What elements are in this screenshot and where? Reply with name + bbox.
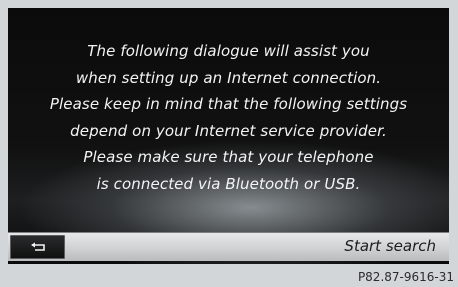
reference-code: P82.87-9616-31 [357, 270, 454, 284]
display-screen: The following dialogue will assist you w… [8, 8, 449, 264]
message-line: Please keep in mind that the following s… [49, 95, 408, 113]
message-line: The following dialogue will assist you [87, 42, 370, 60]
device-frame: The following dialogue will assist you w… [0, 0, 458, 287]
message-line: when setting up an Internet connection. [75, 68, 382, 87]
message-line: Please make sure that your telephone [83, 148, 374, 166]
message-line: is connected via Bluetooth or USB. [96, 174, 361, 193]
dialog-message: The following dialogue will assist you w… [8, 38, 449, 197]
back-arrow-icon [31, 242, 45, 251]
back-button[interactable] [10, 235, 65, 259]
bottom-action-bar: Start search [8, 232, 449, 261]
message-line: depend on your Internet service provider… [70, 121, 387, 140]
start-search-button[interactable]: Start search [344, 237, 436, 255]
